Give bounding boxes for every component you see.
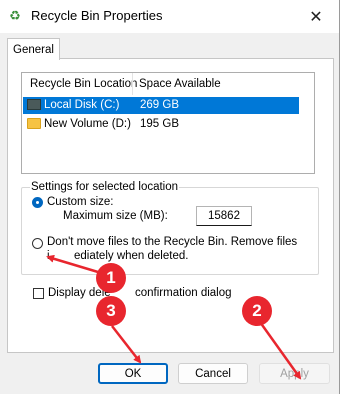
location-name: New Volume (D:): [44, 118, 131, 130]
properties-dialog: ♻ Recycle Bin Properties ✕ General Recyc…: [0, 0, 340, 394]
folder-icon: [27, 118, 41, 129]
location-list[interactable]: Recycle Bin Location Space Available Loc…: [21, 72, 315, 174]
annotation-badge-1: 1: [96, 263, 126, 293]
column-divider[interactable]: [132, 73, 133, 95]
general-panel: Recycle Bin Location Space Available Loc…: [7, 58, 334, 353]
dont-move-label-line1[interactable]: Don't move files to the Recycle Bin. Rem…: [47, 236, 297, 248]
display-confirmation-checkbox[interactable]: [33, 288, 44, 299]
column-header-location[interactable]: Recycle Bin Location: [30, 78, 137, 90]
space-available: 269 GB: [140, 99, 179, 111]
max-size-input[interactable]: [196, 206, 252, 226]
display-confirmation-label-end[interactable]: confirmation dialog: [135, 287, 232, 299]
dont-move-label-line2-end[interactable]: ediately when deleted.: [74, 250, 188, 262]
recycle-icon: ♻: [9, 8, 21, 23]
location-name: Local Disk (C:): [44, 99, 120, 111]
max-size-label: Maximum size (MB):: [63, 210, 168, 222]
dont-move-label-line2-start[interactable]: i: [47, 250, 50, 262]
column-header-space[interactable]: Space Available: [139, 78, 221, 90]
close-button[interactable]: ✕: [293, 0, 339, 33]
ok-button[interactable]: OK: [98, 363, 168, 384]
apply-button[interactable]: Apply: [259, 363, 330, 384]
custom-size-radio[interactable]: [32, 197, 43, 208]
custom-size-label[interactable]: Custom size:: [47, 196, 113, 208]
list-item-local-disk[interactable]: Local Disk (C:) 269 GB: [23, 97, 299, 114]
annotation-badge-3: 3: [96, 296, 126, 326]
dont-move-radio[interactable]: [32, 238, 43, 249]
cancel-button[interactable]: Cancel: [178, 363, 248, 384]
list-header: Recycle Bin Location Space Available: [22, 73, 314, 97]
tab-general[interactable]: General: [7, 38, 60, 60]
list-item-new-volume[interactable]: New Volume (D:) 195 GB: [23, 116, 299, 133]
drive-icon: [27, 99, 41, 110]
window-title: Recycle Bin Properties: [31, 8, 163, 23]
title-bar: ♻ Recycle Bin Properties ✕: [0, 0, 339, 33]
settings-group-title: Settings for selected location: [30, 181, 180, 193]
space-available: 195 GB: [140, 118, 179, 130]
annotation-badge-2: 2: [242, 296, 272, 326]
